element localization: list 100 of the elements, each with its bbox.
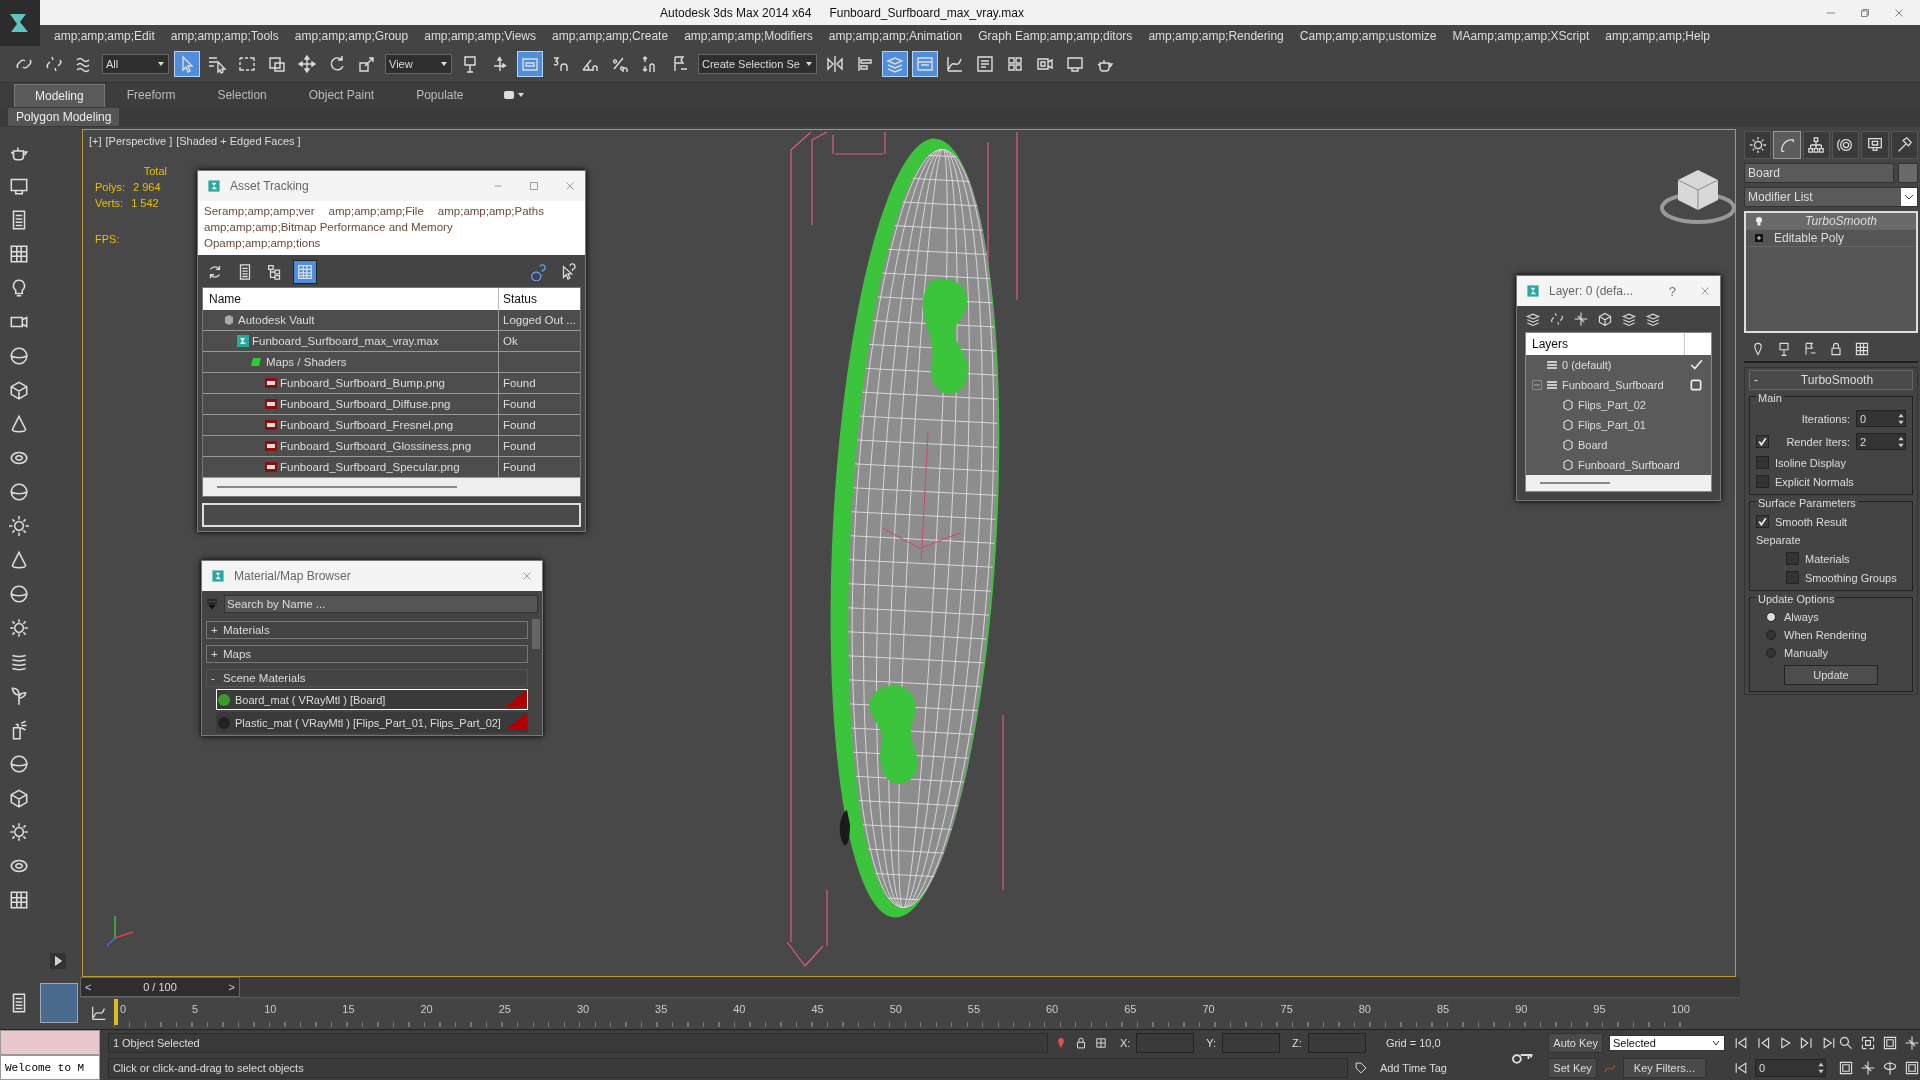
current-frame-field[interactable]: 0 (1755, 1058, 1827, 1077)
dropdown[interactable]: Create Selection Se (698, 54, 817, 74)
path-field[interactable] (202, 503, 581, 527)
zoom-icon[interactable] (1838, 1034, 1854, 1051)
viewport-label[interactable]: [Perspective ] (105, 135, 173, 147)
expand-icon[interactable] (1754, 233, 1764, 243)
stack-item[interactable]: TurboSmooth (1746, 213, 1916, 230)
menu-item[interactable]: MAamp;amp;amp;XScript (1452, 28, 1590, 43)
panel-tab[interactable] (1890, 131, 1918, 159)
group-header[interactable]: + Materials (206, 621, 528, 639)
rollout-header[interactable]: - TurboSmooth (1749, 370, 1913, 390)
ribbon-tab[interactable]: Populate (396, 84, 484, 106)
menu-item[interactable]: Seramp;amp;amp;ver (204, 205, 315, 217)
flag-icon[interactable] (1802, 341, 1818, 357)
layers-icon[interactable] (1525, 311, 1541, 327)
menu-item[interactable]: amp;amp;amp;Rendering (1148, 28, 1284, 43)
table-row[interactable]: Funboard_Surfboard_Specular.png Found (203, 457, 580, 478)
grid-icon[interactable] (8, 889, 30, 911)
pan-icon[interactable] (1904, 1034, 1920, 1051)
grid-icon[interactable] (8, 243, 30, 265)
pivot-icon[interactable] (1776, 341, 1792, 357)
panel-tab[interactable] (1832, 131, 1860, 159)
set-key-button[interactable]: Set Key (1548, 1057, 1597, 1078)
ribbon-tab[interactable]: Object Paint (288, 84, 395, 106)
panel-tab[interactable] (1861, 131, 1889, 159)
ribbon-panel-label[interactable]: Polygon Modeling (8, 108, 120, 126)
search-field[interactable]: Search by Name ... (224, 595, 538, 613)
material-item[interactable]: Plastic_mat ( VRayMtl ) [Flips_Part_01, Flips_Part_02] (216, 712, 528, 733)
checkbox[interactable]: Isoline Display (1756, 456, 1906, 469)
viewport-label[interactable]: [Shaded + Edged Faces ] (176, 135, 301, 147)
ribbon-tab[interactable]: Selection (197, 84, 287, 106)
menu-item[interactable]: amp;amp;amp;Paths (437, 205, 544, 217)
app-menu-button[interactable] (0, 0, 40, 46)
menu-item[interactable]: amp;amp;amp;Tools (170, 28, 279, 43)
checkbox[interactable]: Smoothing Groups (1756, 571, 1906, 584)
tag-icon[interactable] (1353, 1060, 1368, 1075)
viewport-label[interactable]: [+] (89, 135, 102, 147)
table-row[interactable]: Funboard_Surfboard_max_vray.max Ok (203, 331, 580, 352)
layer-row[interactable]: Flips_Part_02 (1526, 395, 1711, 415)
ribbon-tab[interactable]: Freeform (106, 84, 196, 106)
crosshair-icon[interactable] (1093, 1035, 1108, 1050)
move-icon[interactable] (295, 52, 319, 76)
table-row[interactable]: Funboard_Surfboard_Bump.png Found (203, 373, 580, 394)
checkmark-icon[interactable] (1689, 358, 1703, 372)
menu-item[interactable]: amp;amp;amp;Create (552, 28, 669, 43)
time-slider-track[interactable]: < 0 / 100 > (80, 977, 1740, 998)
panel-tab[interactable] (1773, 131, 1801, 159)
menu-item[interactable]: amp;amp;amp;Edit (54, 28, 155, 43)
key-mode-dropdown[interactable]: Selected (1608, 1034, 1725, 1051)
checkbox[interactable]: Explicit Normals (1756, 475, 1906, 488)
prev-frame-icon[interactable] (1755, 1034, 1772, 1051)
spinner-arrows-icon[interactable] (1897, 434, 1905, 449)
grid-icon[interactable] (1854, 341, 1870, 357)
group-header[interactable]: + Maps (206, 645, 528, 663)
table-row[interactable]: Funboard_Surfboard_Glossiness.png Found (203, 436, 580, 457)
modifier-list-dropdown[interactable]: Modifier List (1744, 187, 1918, 207)
add-time-tag-button[interactable]: Add Time Tag (1379, 1061, 1447, 1074)
pan-icon[interactable] (1573, 311, 1589, 327)
menu-item[interactable]: amp;amp;amp;Help (1605, 28, 1710, 43)
square-icon[interactable] (1689, 378, 1703, 392)
stack-item[interactable]: Editable Poly (1746, 230, 1916, 247)
pan-icon[interactable] (1860, 1059, 1876, 1076)
sun-icon[interactable] (8, 515, 30, 537)
light-bulb-icon[interactable] (1754, 216, 1764, 226)
box-icon[interactable] (8, 787, 30, 809)
spinner-field[interactable]: 2 (1856, 433, 1906, 450)
curve-editor-icon[interactable] (90, 1004, 108, 1022)
layer-row[interactable]: 0 (default) (1526, 355, 1711, 375)
group-header[interactable]: - Scene Materials (206, 669, 528, 687)
object-color-swatch[interactable] (1898, 163, 1918, 183)
update-button[interactable]: Update (1784, 665, 1878, 685)
play-icon[interactable] (50, 953, 66, 969)
column-header[interactable]: Name (203, 292, 498, 306)
layer-row[interactable]: Funboard_Surfboard (1526, 455, 1711, 475)
dropdown[interactable]: All (102, 54, 169, 74)
layer-row[interactable]: Funboard_Surfboard (1526, 375, 1711, 395)
orbit-icon[interactable] (1882, 1059, 1898, 1076)
layers-icon[interactable] (1621, 311, 1637, 327)
box-icon[interactable] (8, 379, 30, 401)
menu-item[interactable]: Opamp;amp;amp;tions (204, 237, 321, 249)
layer-row[interactable]: Flips_Part_01 (1526, 415, 1711, 435)
help-button[interactable]: ? (1668, 283, 1676, 299)
track-bar[interactable]: 0 5 10 15 20 25 30 35 40 45 50 55 60 65 70 75 80 85 90 95 100 (114, 999, 1690, 1027)
coordinate-field[interactable] (1222, 1032, 1281, 1053)
box-icon[interactable] (1597, 311, 1613, 327)
vertical-scrollbar[interactable] (532, 619, 540, 649)
menu-item[interactable]: amp;amp;amp;File (328, 205, 424, 217)
layer-row[interactable]: Board (1526, 435, 1711, 455)
radio-button[interactable]: Manually (1756, 647, 1906, 659)
checkbox[interactable]: Smooth Result (1756, 515, 1906, 528)
menu-item[interactable]: amp;amp;amp;Modifiers (684, 28, 813, 43)
layers-icon[interactable] (1645, 311, 1661, 327)
coordinate-field[interactable] (1307, 1032, 1366, 1053)
table-row[interactable]: Autodesk Vault Logged Out ... (203, 310, 580, 331)
spinner-arrows-icon[interactable] (1897, 411, 1905, 426)
menu-item[interactable]: Graph Eamp;amp;amp;ditors (978, 28, 1133, 43)
zoom-extents-icon[interactable] (1860, 1034, 1876, 1051)
menu-item[interactable]: amp;amp;amp;Bitmap Performance and Memory (204, 221, 453, 233)
horizontal-scrollbar[interactable] (203, 478, 580, 496)
menu-item[interactable]: amp;amp;amp;Views (424, 28, 537, 43)
